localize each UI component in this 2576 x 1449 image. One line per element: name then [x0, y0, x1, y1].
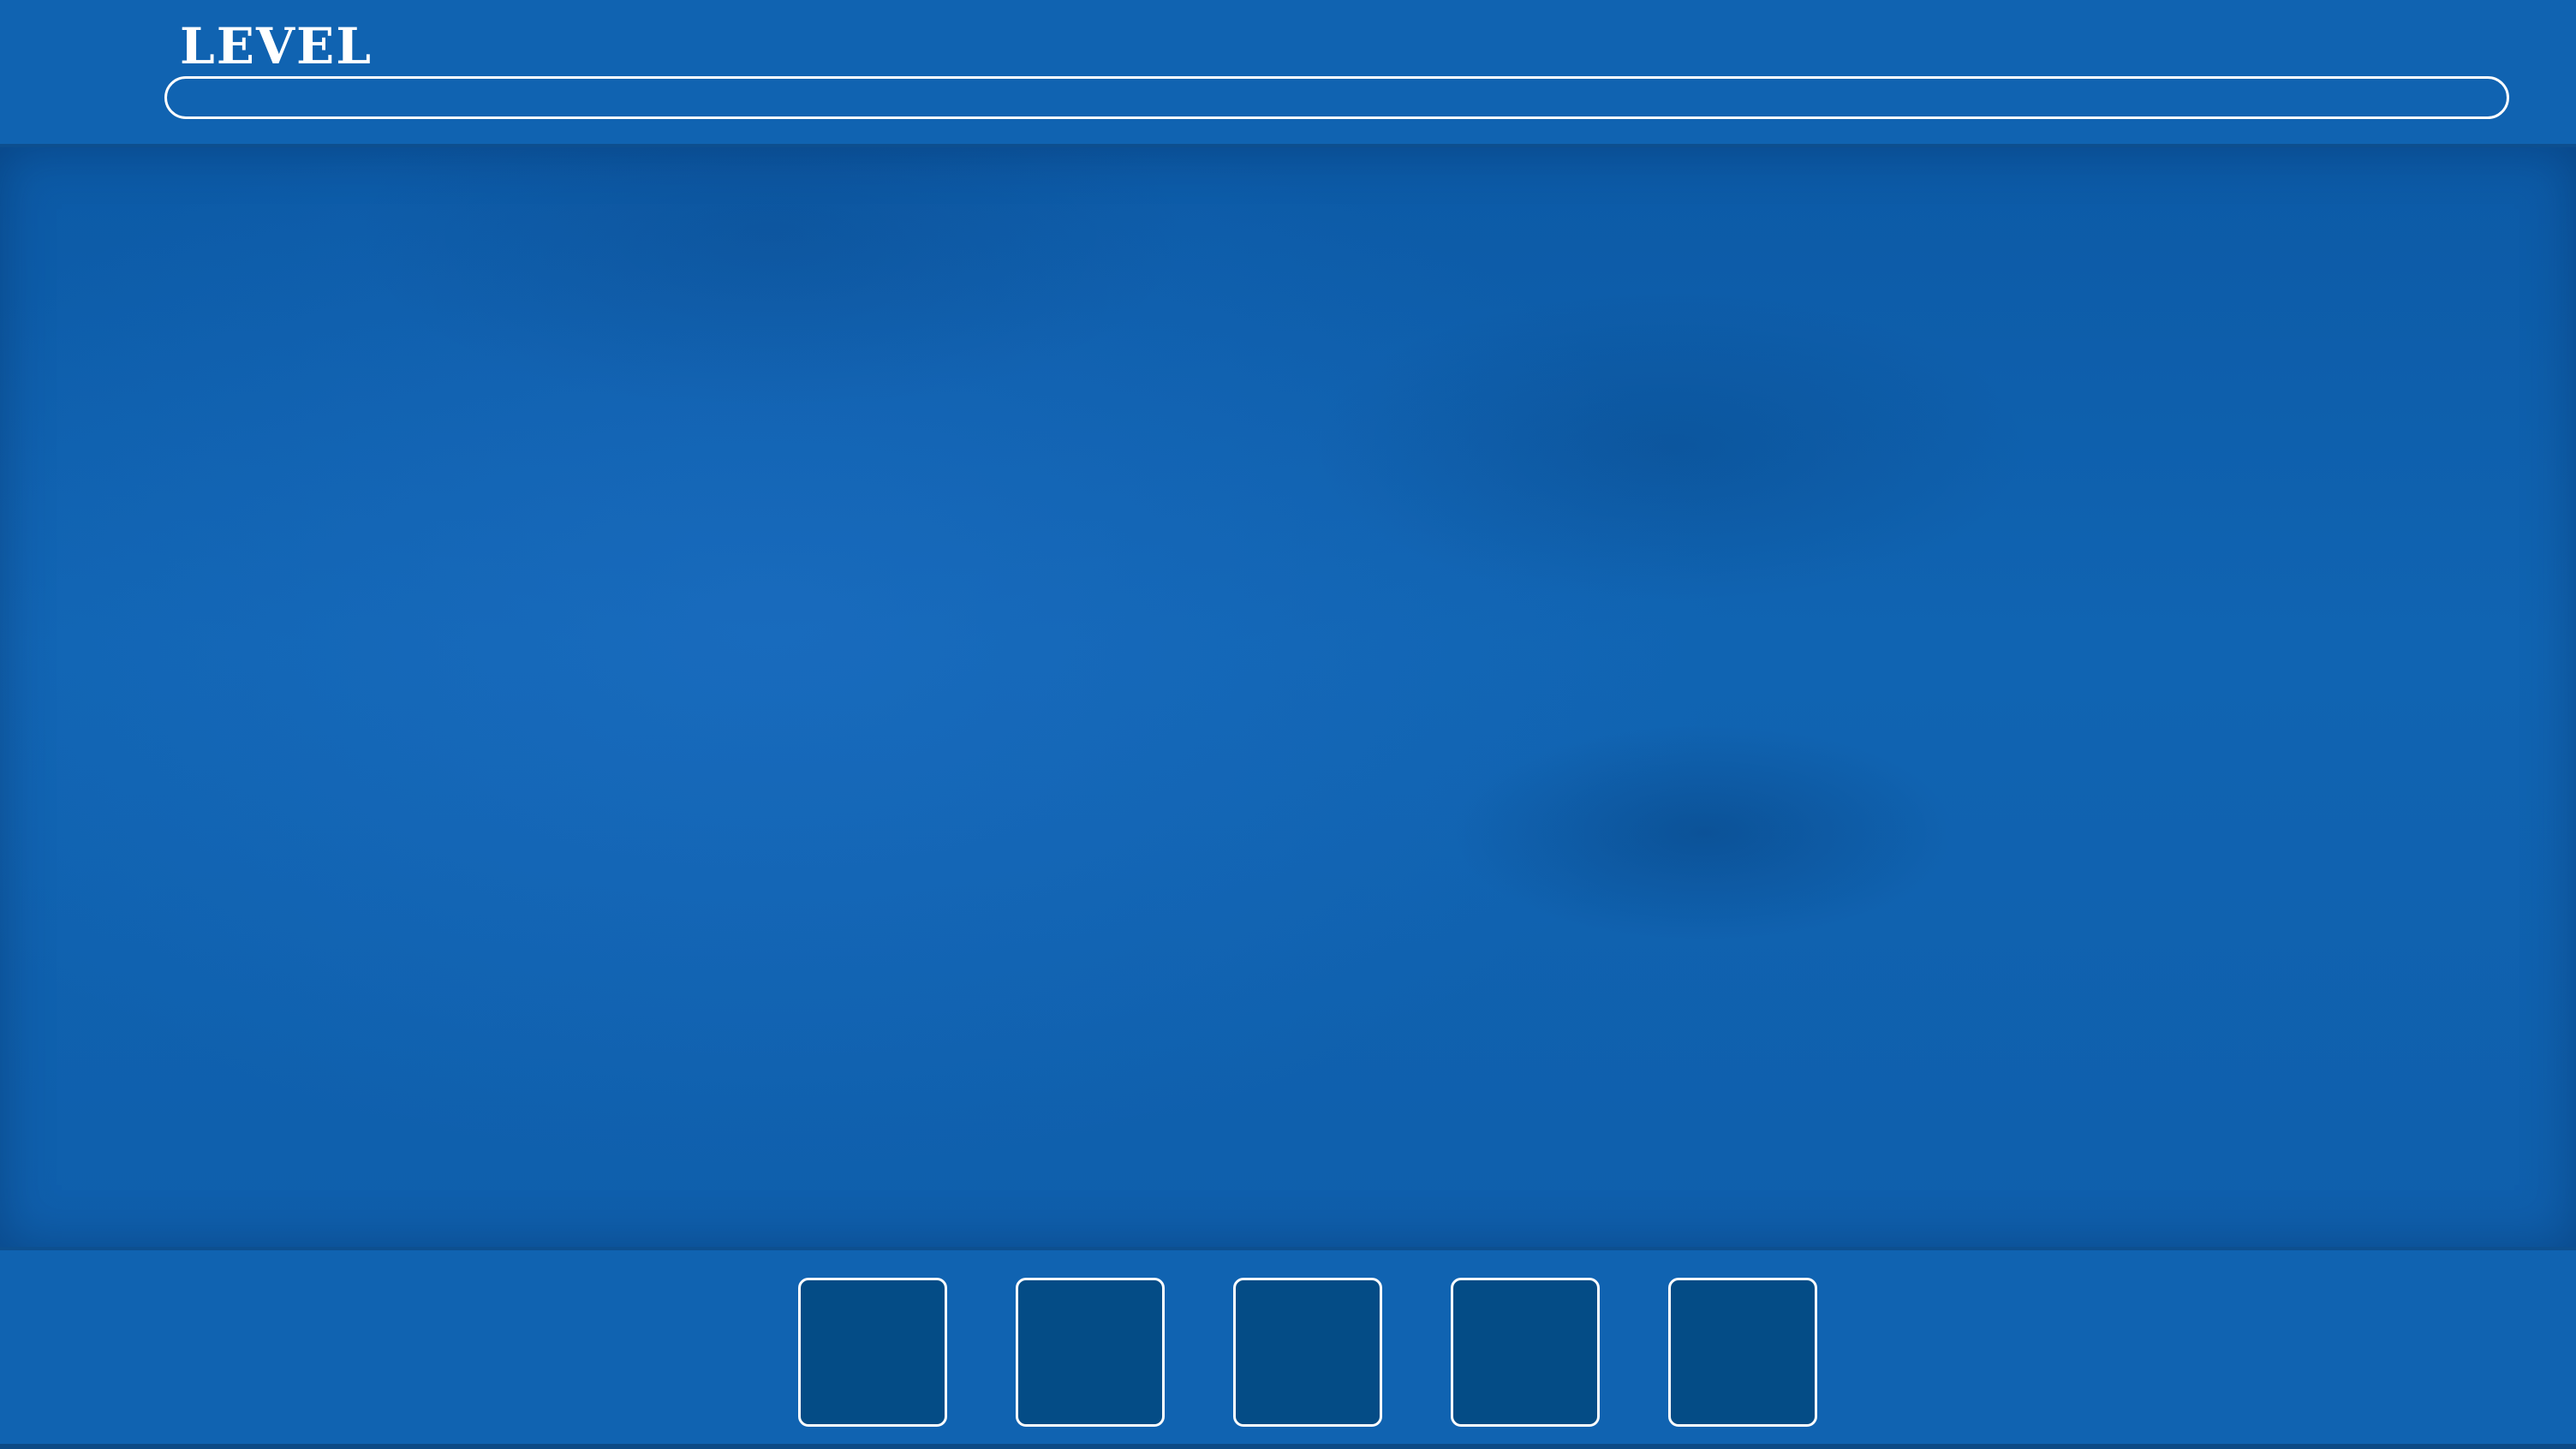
tray-slot-3[interactable] — [1233, 1278, 1382, 1427]
game-board[interactable] — [0, 147, 2576, 1247]
tray-slots — [798, 1278, 1817, 1427]
top-bar: LEVEL — [0, 0, 2576, 147]
tray-slot-2[interactable] — [1016, 1278, 1165, 1427]
level-label: LEVEL — [180, 17, 373, 75]
tile-tray — [0, 1247, 2576, 1449]
tray-slot-4[interactable] — [1451, 1278, 1600, 1427]
game-screen: LEVEL — [0, 0, 2576, 1449]
tray-slot-5[interactable] — [1668, 1278, 1817, 1427]
level-progress-bar — [164, 76, 2509, 119]
tray-bottom-edge — [0, 1444, 2576, 1449]
tray-slot-1[interactable] — [798, 1278, 947, 1427]
